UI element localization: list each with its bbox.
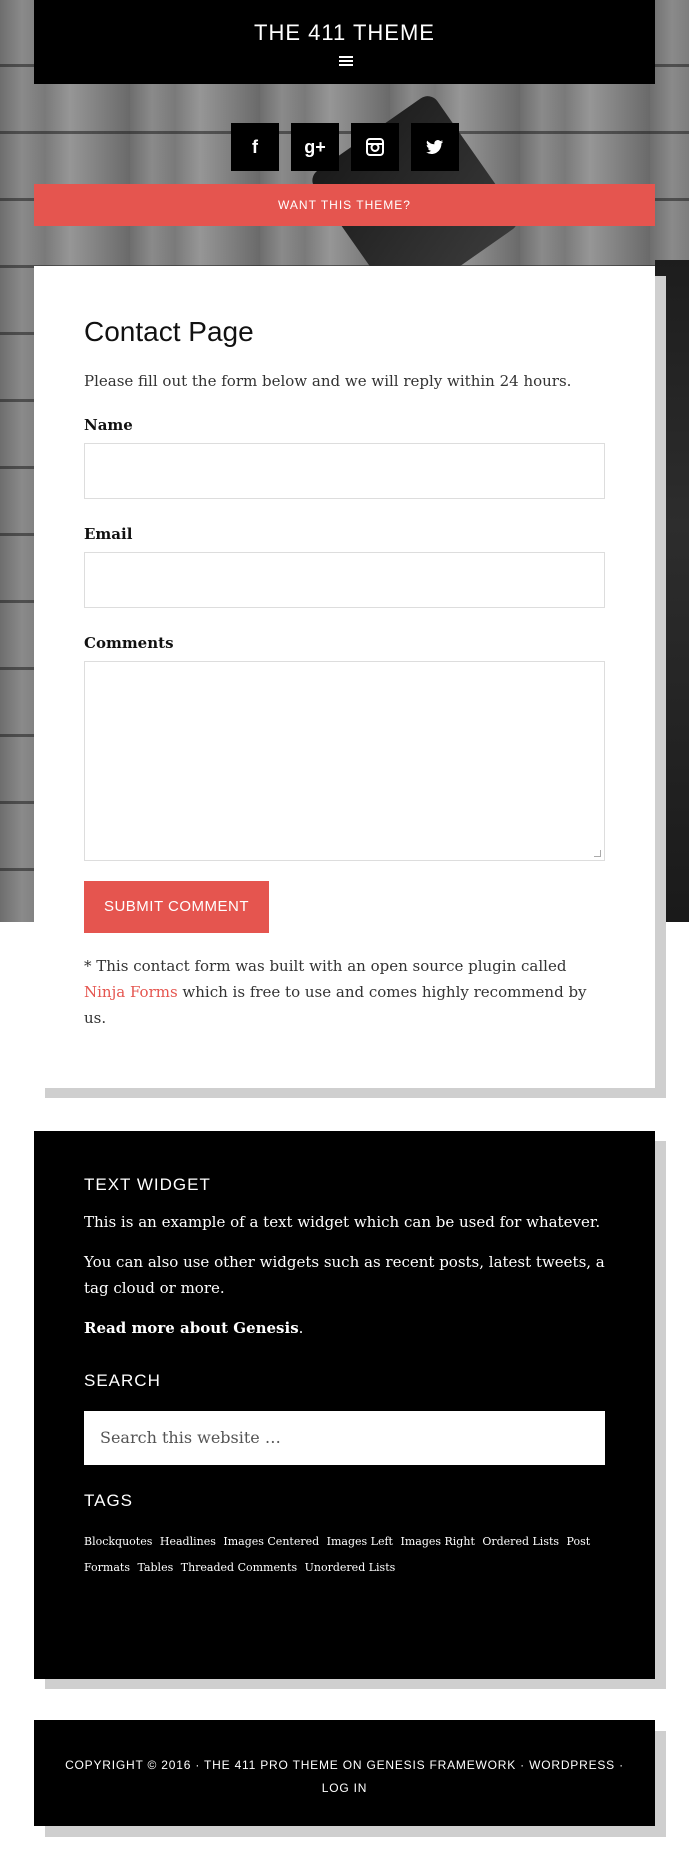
tag-cloud: Blockquotes Headlines Images Centered Im… <box>84 1529 605 1581</box>
text-widget-title: TEXT WIDGET <box>84 1175 211 1194</box>
search-widget-title: SEARCH <box>84 1371 161 1390</box>
text-widget-link-paragraph: Read more about Genesis. <box>84 1319 304 1337</box>
tag-link[interactable]: Images Left <box>327 1535 393 1548</box>
tag-link[interactable]: Images Centered <box>223 1535 319 1548</box>
name-field[interactable] <box>84 443 605 499</box>
tag-link[interactable]: Blockquotes <box>84 1535 152 1548</box>
facebook-icon[interactable]: f <box>231 123 279 171</box>
tag-link[interactable]: Unordered Lists <box>305 1561 396 1574</box>
instagram-icon[interactable] <box>351 123 399 171</box>
menu-icon[interactable] <box>339 56 353 68</box>
tag-link[interactable]: Threaded Comments <box>181 1561 297 1574</box>
note-text-before: * This contact form was built with an op… <box>84 957 567 975</box>
intro-text: Please fill out the form below and we wi… <box>84 372 572 390</box>
submit-comment-button[interactable]: SUBMIT COMMENT <box>84 881 269 933</box>
site-footer: COPYRIGHT © 2016 · THE 411 PRO THEME ON … <box>34 1720 655 1826</box>
comments-field[interactable] <box>84 661 605 861</box>
page-title: Contact Page <box>84 316 254 347</box>
read-more-genesis-link[interactable]: Read more about Genesis <box>84 1319 299 1337</box>
tag-link[interactable]: Headlines <box>160 1535 216 1548</box>
search-input[interactable]: Search this website … <box>84 1411 605 1465</box>
tag-link[interactable]: Ordered Lists <box>482 1535 559 1548</box>
tag-link[interactable]: Tables <box>137 1561 173 1574</box>
text-widget-paragraph-1: This is an example of a text widget whic… <box>84 1213 601 1231</box>
text-widget-paragraph-2: You can also use other widgets such as r… <box>84 1253 605 1297</box>
email-field[interactable] <box>84 552 605 608</box>
form-note: * This contact form was built with an op… <box>84 953 605 1031</box>
email-label: Email <box>84 525 133 543</box>
ninja-forms-link[interactable]: Ninja Forms <box>84 983 178 1001</box>
want-this-theme-button[interactable]: WANT THIS THEME? <box>34 184 655 226</box>
widget-area: TEXT WIDGET This is an example of a text… <box>34 1131 655 1679</box>
site-header: THE 411 THEME <box>34 0 655 84</box>
tag-link[interactable]: Images Right <box>400 1535 474 1548</box>
site-title[interactable]: THE 411 THEME <box>34 20 655 46</box>
footer-text: COPYRIGHT © 2016 · THE 411 PRO THEME ON … <box>65 1758 624 1795</box>
tags-widget-title: TAGS <box>84 1491 134 1510</box>
main-content: Contact Page Please fill out the form be… <box>34 266 655 1088</box>
google-plus-icon[interactable]: g+ <box>291 123 339 171</box>
name-label: Name <box>84 416 133 434</box>
twitter-icon[interactable] <box>411 123 459 171</box>
comments-label: Comments <box>84 634 174 652</box>
social-icons: f g+ <box>231 123 459 171</box>
